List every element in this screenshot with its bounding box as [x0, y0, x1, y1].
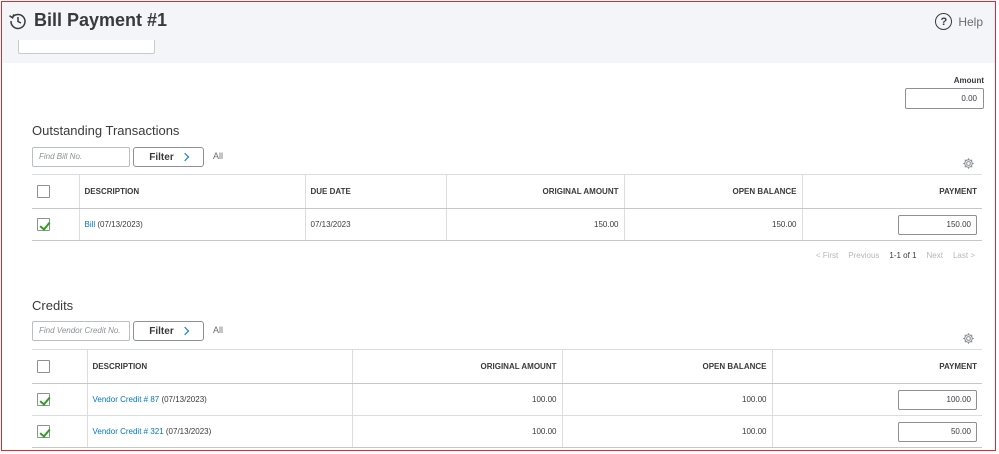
pagination: < First Previous 1-1 of 1 Next Last >: [816, 251, 975, 260]
credits-filter-button[interactable]: Filter: [133, 321, 204, 341]
col-payment[interactable]: PAYMENT: [801, 174, 982, 209]
table-row: Vendor Credit # 87 (07/13/2023) 100.00 1…: [32, 383, 982, 416]
page-title: Bill Payment #1: [34, 10, 168, 30]
pager-next[interactable]: Next: [927, 251, 943, 260]
row-open-balance: 150.00: [623, 208, 802, 241]
bill-link[interactable]: Bill: [85, 220, 96, 229]
amount-label: Amount: [953, 76, 984, 85]
pager-last[interactable]: Last >: [953, 251, 975, 260]
row-checkbox[interactable]: [37, 425, 50, 438]
pager-previous[interactable]: Previous: [848, 251, 879, 260]
help-icon: ?: [935, 13, 953, 30]
credits-table: DESCRIPTION ORIGINAL AMOUNT OPEN BALANCE…: [32, 349, 982, 448]
payment-input[interactable]: 50.00: [898, 421, 977, 442]
col-payment[interactable]: PAYMENT: [771, 349, 982, 384]
outstanding-filter-button[interactable]: Filter: [133, 147, 204, 167]
payee-field-stub[interactable]: [18, 40, 155, 54]
outstanding-table: DESCRIPTION DUE DATE ORIGINAL AMOUNT OPE…: [32, 174, 982, 241]
col-description[interactable]: DESCRIPTION: [86, 349, 352, 384]
chevron-right-icon: [180, 326, 189, 336]
col-due-date[interactable]: DUE DATE: [304, 174, 446, 209]
bill-payment-window: Bill Payment #1 ? Help Amount 0.00 Outst…: [1, 1, 996, 451]
select-all-checkbox[interactable]: [37, 185, 50, 198]
help-label: Help: [958, 14, 983, 29]
help-button[interactable]: ? Help: [935, 13, 983, 30]
row-date-suffix: (07/13/2023): [159, 395, 207, 404]
payment-input[interactable]: 150.00: [898, 214, 977, 235]
row-original-amount: 100.00: [351, 383, 562, 416]
find-vendor-credit-input[interactable]: Find Vendor Credit No.: [32, 321, 130, 341]
pager-range: 1-1 of 1: [889, 251, 917, 260]
credits-filter-all: All: [213, 325, 224, 335]
page-header: Bill Payment #1 ? Help: [2, 2, 995, 63]
table-row: Bill (07/13/2023) 07/13/2023 150.00 150.…: [32, 208, 982, 241]
filter-label: Filter: [149, 151, 174, 163]
col-open-balance[interactable]: OPEN BALANCE: [623, 174, 802, 209]
row-open-balance: 100.00: [561, 383, 772, 416]
row-original-amount: 100.00: [351, 415, 562, 448]
amount-input[interactable]: 0.00: [905, 88, 984, 109]
row-date-suffix: (07/13/2023): [163, 427, 212, 436]
row-original-amount: 150.00: [445, 208, 624, 241]
col-description[interactable]: DESCRIPTION: [78, 174, 305, 209]
gear-icon[interactable]: [962, 332, 975, 345]
row-due-date: 07/13/2023: [304, 208, 446, 241]
table-row: Vendor Credit # 321 (07/13/2023) 100.00 …: [32, 415, 982, 448]
filter-label: Filter: [149, 325, 174, 337]
row-date-suffix: (07/13/2023): [95, 220, 143, 229]
outstanding-filter-all: All: [213, 151, 224, 161]
row-open-balance: 100.00: [561, 415, 772, 448]
gear-icon[interactable]: [962, 157, 975, 170]
outstanding-title: Outstanding Transactions: [32, 123, 180, 138]
row-checkbox[interactable]: [37, 218, 50, 231]
find-bill-input[interactable]: Find Bill No.: [32, 147, 130, 167]
history-icon[interactable]: [8, 11, 28, 31]
col-original-amount[interactable]: ORIGINAL AMOUNT: [445, 174, 624, 209]
col-original-amount[interactable]: ORIGINAL AMOUNT: [351, 349, 562, 384]
chevron-right-icon: [180, 152, 189, 162]
col-open-balance[interactable]: OPEN BALANCE: [561, 349, 772, 384]
credits-title: Credits: [32, 298, 74, 313]
select-all-checkbox[interactable]: [37, 360, 50, 373]
pager-first[interactable]: < First: [816, 251, 838, 260]
row-checkbox[interactable]: [37, 393, 50, 406]
vendor-credit-link[interactable]: Vendor Credit # 321: [93, 427, 164, 436]
payment-input[interactable]: 100.00: [898, 389, 977, 410]
vendor-credit-link[interactable]: Vendor Credit # 87: [93, 395, 160, 404]
